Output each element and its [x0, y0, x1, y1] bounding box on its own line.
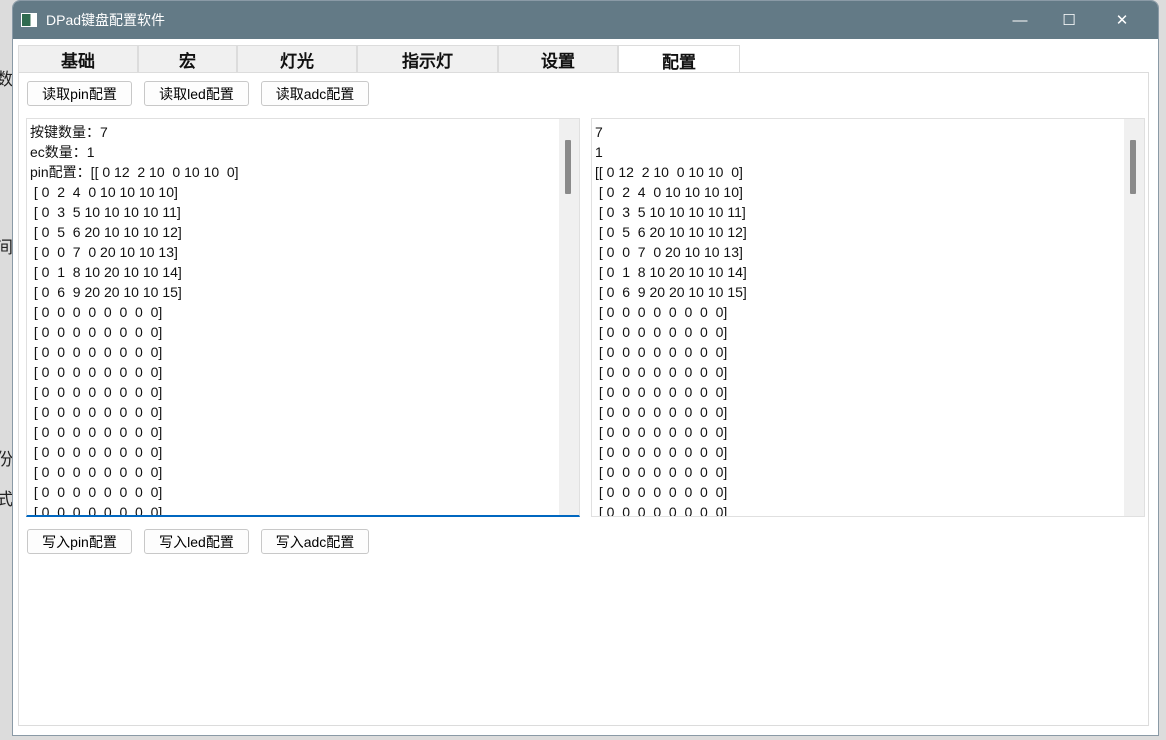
tab-basic[interactable]: 基础: [18, 45, 138, 73]
title-bar[interactable]: DPad键盘配置软件 — ☐ ✕: [13, 1, 1158, 39]
config-panel: 读取pin配置 读取led配置 读取adc配置 按键数量：7 ec数量：1 pi…: [18, 72, 1149, 726]
scrollbar-thumb[interactable]: [1130, 140, 1136, 194]
read-led-button[interactable]: 读取led配置: [144, 81, 249, 106]
scrollbar[interactable]: [1124, 119, 1144, 516]
tab-bar: 基础 宏 灯光 指示灯 设置 配置: [18, 45, 740, 74]
app-window: DPad键盘配置软件 — ☐ ✕ 基础 宏 灯光 指示灯 设置 配置 读取pin…: [12, 0, 1159, 736]
tab-lighting[interactable]: 灯光: [237, 45, 357, 73]
write-pin-button[interactable]: 写入pin配置: [27, 529, 132, 554]
pin-config-text: 按键数量：7 ec数量：1 pin配置：[[ 0 12 2 10 0 10 10…: [30, 124, 239, 517]
tab-settings[interactable]: 设置: [498, 45, 618, 73]
scrollbar[interactable]: [559, 119, 579, 515]
write-led-button[interactable]: 写入led配置: [144, 529, 249, 554]
tab-indicator[interactable]: 指示灯: [357, 45, 498, 73]
read-pin-button[interactable]: 读取pin配置: [27, 81, 132, 106]
write-adc-button[interactable]: 写入adc配置: [261, 529, 369, 554]
window-title: DPad键盘配置软件: [46, 12, 166, 28]
read-adc-button[interactable]: 读取adc配置: [261, 81, 369, 106]
pin-config-editor[interactable]: 7 1 [[ 0 12 2 10 0 10 10 0] [ 0 2 4 0 10…: [591, 118, 1145, 517]
pin-config-display[interactable]: 按键数量：7 ec数量：1 pin配置：[[ 0 12 2 10 0 10 10…: [26, 118, 580, 517]
tab-macro[interactable]: 宏: [138, 45, 237, 73]
pin-config-edit-text: 7 1 [[ 0 12 2 10 0 10 10 0] [ 0 2 4 0 10…: [595, 124, 747, 517]
scrollbar-thumb[interactable]: [565, 140, 571, 194]
close-button[interactable]: ✕: [1099, 1, 1145, 39]
minimize-button[interactable]: —: [997, 1, 1043, 39]
maximize-button[interactable]: ☐: [1046, 1, 1092, 39]
tab-config[interactable]: 配置: [618, 45, 740, 74]
app-icon: [21, 13, 37, 27]
